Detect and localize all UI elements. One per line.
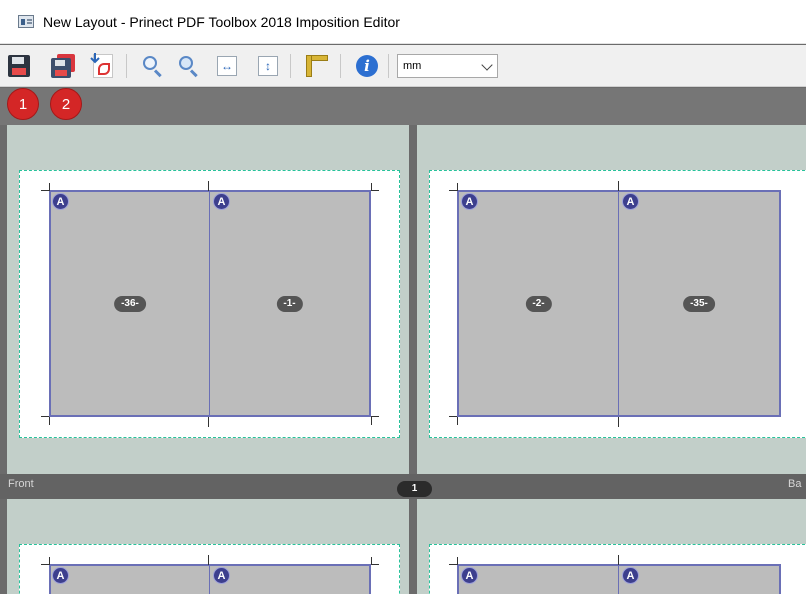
crop-mark bbox=[449, 564, 457, 565]
sheet-workspace: -36- -1- A A -2- -35- A A Front 1 Ba A A… bbox=[0, 88, 806, 594]
trim-frame: -2- -35- bbox=[457, 190, 781, 417]
crop-mark bbox=[371, 190, 379, 191]
sheet-front-left-2[interactable]: A A bbox=[7, 499, 409, 594]
fold-mark bbox=[618, 417, 619, 427]
trim-frame bbox=[49, 564, 371, 594]
signature-badge: A bbox=[461, 567, 478, 584]
page-number-badge: -1- bbox=[276, 295, 303, 312]
fold-mark bbox=[618, 181, 619, 191]
crop-mark bbox=[449, 190, 457, 191]
zoom-out-button[interactable] bbox=[176, 53, 202, 79]
page-panel[interactable]: -36- bbox=[51, 192, 210, 415]
window-title: New Layout - Prinect PDF Toolbox 2018 Im… bbox=[43, 14, 400, 30]
toolbar-separator bbox=[126, 54, 127, 78]
signature-badge: A bbox=[622, 193, 639, 210]
page-panel[interactable] bbox=[619, 566, 779, 594]
page-panel[interactable] bbox=[210, 566, 369, 594]
app-icon bbox=[18, 15, 34, 28]
sheet-back-right-2[interactable]: A A bbox=[417, 499, 806, 594]
ruler-button[interactable] bbox=[304, 53, 330, 79]
title-bar: New Layout - Prinect PDF Toolbox 2018 Im… bbox=[0, 0, 806, 44]
trim-frame: -36- -1- bbox=[49, 190, 371, 417]
page-number-badge: -36- bbox=[114, 295, 146, 312]
export-pdf-icon bbox=[90, 53, 113, 78]
unit-select-value: mm bbox=[403, 60, 422, 72]
sheet-gutter: Front 1 Ba bbox=[0, 474, 806, 499]
fold-mark bbox=[208, 417, 209, 427]
signature-badge: A bbox=[461, 193, 478, 210]
imposition-editor-window: New Layout - Prinect PDF Toolbox 2018 Im… bbox=[0, 0, 806, 594]
page-panel[interactable] bbox=[459, 566, 619, 594]
save-as-icon bbox=[51, 54, 75, 78]
crop-mark bbox=[371, 417, 372, 425]
sheet-front-left[interactable]: -36- -1- A A bbox=[7, 125, 409, 474]
crop-mark bbox=[41, 190, 49, 191]
front-label: Front bbox=[8, 478, 34, 490]
zoom-in-button[interactable] bbox=[140, 53, 166, 79]
save-icon bbox=[8, 55, 30, 77]
export-pdf-button[interactable] bbox=[90, 53, 116, 79]
step-badge-2: 2 bbox=[50, 88, 82, 120]
info-icon: i bbox=[356, 55, 378, 77]
crop-mark bbox=[41, 416, 49, 417]
workspace-edge bbox=[0, 125, 7, 594]
fold-mark bbox=[208, 181, 209, 191]
crop-mark bbox=[449, 416, 457, 417]
fold-mark bbox=[618, 555, 619, 565]
page-panel[interactable]: -1- bbox=[210, 192, 369, 415]
page-number-badge: -35- bbox=[683, 295, 715, 312]
toolbar-separator bbox=[388, 54, 389, 78]
crop-mark bbox=[49, 417, 50, 425]
fit-height-icon: ↕ bbox=[258, 56, 278, 76]
crop-mark bbox=[41, 564, 49, 565]
toolbar: ↔ ↕ i mm bbox=[0, 45, 806, 87]
crop-mark bbox=[371, 564, 379, 565]
back-label: Ba bbox=[788, 478, 802, 490]
crop-mark bbox=[49, 557, 50, 565]
save-button[interactable] bbox=[6, 53, 32, 79]
crop-mark bbox=[457, 183, 458, 191]
trim-frame bbox=[457, 564, 781, 594]
ruler-icon bbox=[306, 55, 328, 77]
workspace-header-strip bbox=[0, 88, 806, 125]
crop-mark bbox=[457, 417, 458, 425]
unit-select[interactable]: mm bbox=[397, 54, 498, 78]
zoom-out-icon bbox=[178, 55, 200, 78]
page-panel[interactable] bbox=[51, 566, 210, 594]
zoom-in-icon bbox=[142, 55, 164, 78]
fold-mark bbox=[208, 555, 209, 565]
chevron-down-icon bbox=[481, 59, 493, 71]
save-as-button[interactable] bbox=[50, 53, 76, 79]
info-button[interactable]: i bbox=[354, 53, 380, 79]
sheet-back-right[interactable]: -2- -35- A A bbox=[417, 125, 806, 474]
sheet-number-badge: 1 bbox=[397, 481, 432, 497]
crop-mark bbox=[371, 416, 379, 417]
toolbar-separator bbox=[340, 54, 341, 78]
page-panel[interactable]: -35- bbox=[619, 192, 779, 415]
signature-badge: A bbox=[622, 567, 639, 584]
step-badge-1: 1 bbox=[7, 88, 39, 120]
page-panel[interactable]: -2- bbox=[459, 192, 619, 415]
signature-badge: A bbox=[213, 193, 230, 210]
signature-badge: A bbox=[52, 193, 69, 210]
signature-badge: A bbox=[213, 567, 230, 584]
fit-width-button[interactable]: ↔ bbox=[214, 53, 240, 79]
fit-width-icon: ↔ bbox=[217, 56, 237, 76]
crop-mark bbox=[49, 183, 50, 191]
signature-badge: A bbox=[52, 567, 69, 584]
fit-height-button[interactable]: ↕ bbox=[255, 53, 281, 79]
crop-mark bbox=[457, 557, 458, 565]
page-number-badge: -2- bbox=[525, 295, 552, 312]
toolbar-separator bbox=[290, 54, 291, 78]
